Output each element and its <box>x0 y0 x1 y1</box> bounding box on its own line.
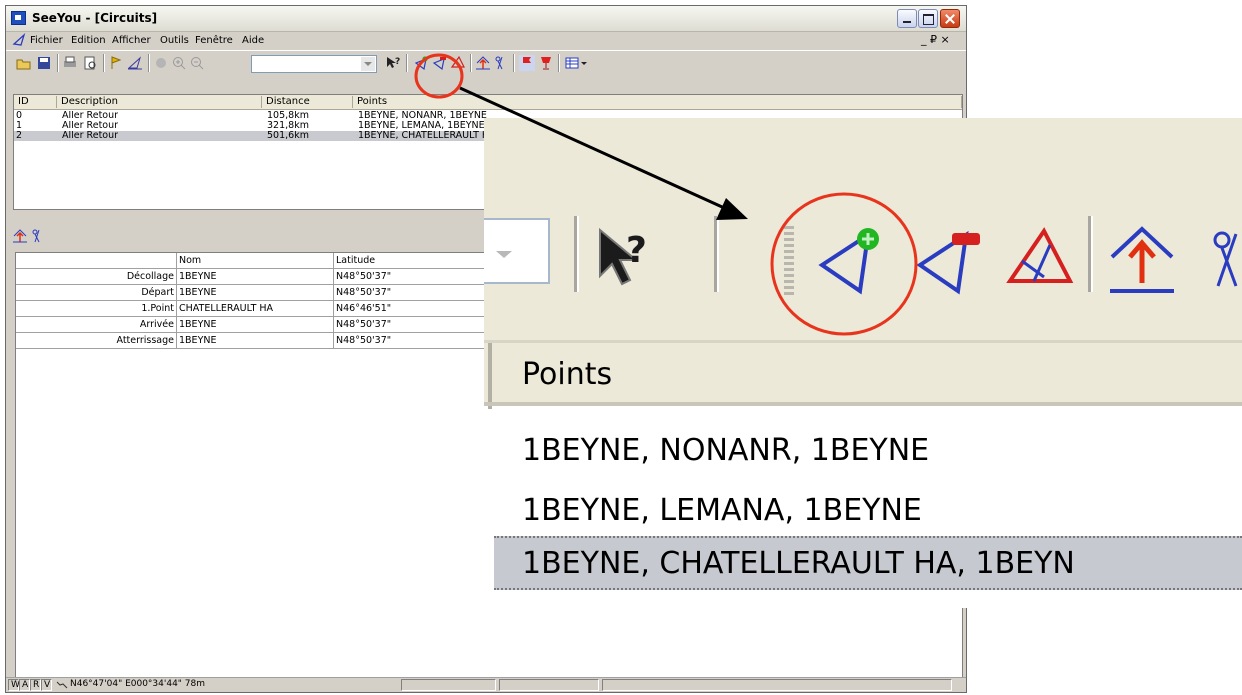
toolbar-grip[interactable] <box>784 226 794 296</box>
trophy-icon[interactable] <box>538 55 554 71</box>
zoom-points-header: Points <box>484 340 1242 409</box>
app-icon[interactable] <box>11 11 26 25</box>
help-pointer-icon[interactable]: ? <box>385 55 401 71</box>
print-preview-icon[interactable] <box>82 55 98 71</box>
table-icon[interactable] <box>564 55 580 71</box>
flag-red-icon[interactable] <box>519 55 535 71</box>
zoom-inset: ? Points 1BEYNE, NONANR, 1BEYNE 1BEYNE, … <box>484 118 1242 608</box>
globe-icon[interactable] <box>153 55 169 71</box>
status-mode-w[interactable]: W <box>8 679 20 691</box>
menu-outils[interactable]: Outils <box>160 35 189 46</box>
insert-point-icon[interactable] <box>1106 221 1178 297</box>
zoom-toolbar: ? <box>484 118 1242 340</box>
flag-icon[interactable] <box>108 55 124 71</box>
task-logo-icon <box>12 33 26 46</box>
menu-fenetre[interactable]: Fenêtre <box>195 35 233 46</box>
edit-point-icon[interactable] <box>1004 221 1082 297</box>
col-nom[interactable]: Nom <box>177 253 334 268</box>
add-point-icon[interactable] <box>414 55 430 71</box>
status-position: N46°47'04" E000°34'44" 78m <box>70 679 206 689</box>
menu-aide[interactable]: Aide <box>242 35 264 46</box>
col-id[interactable]: ID <box>14 96 57 108</box>
help-pointer-icon[interactable]: ? <box>596 226 666 290</box>
chevron-down-icon[interactable] <box>361 57 375 71</box>
menu-afficher[interactable]: Afficher <box>112 35 151 46</box>
zoom-out-icon[interactable] <box>189 55 205 71</box>
remove-point-icon[interactable] <box>432 55 448 71</box>
close-button[interactable] <box>940 9 960 28</box>
insert-point-icon[interactable] <box>475 55 491 71</box>
minimize-button[interactable] <box>897 9 917 28</box>
dropdown-arrow-icon[interactable] <box>580 55 588 71</box>
status-panel-3 <box>602 679 952 691</box>
status-panel-1 <box>401 679 496 691</box>
task-icon[interactable] <box>127 55 143 71</box>
print-icon[interactable] <box>62 55 78 71</box>
chevron-down-icon[interactable] <box>492 242 516 266</box>
mdi-controls[interactable]: _ ₽ × <box>921 33 950 46</box>
title-bar[interactable]: SeeYou - [Circuits] <box>6 6 966 32</box>
menu-fichier[interactable]: Fichier <box>30 35 63 46</box>
status-mode-r[interactable]: R <box>30 679 41 691</box>
col-points[interactable]: Points <box>353 96 962 108</box>
zoom-row[interactable]: 1BEYNE, NONANR, 1BEYNE <box>522 433 929 468</box>
save-icon[interactable] <box>36 55 52 71</box>
svg-text:?: ? <box>626 230 647 271</box>
svg-text:?: ? <box>395 57 400 67</box>
col-distance[interactable]: Distance <box>262 96 353 108</box>
split-icon[interactable] <box>1202 226 1242 292</box>
status-mode-v[interactable]: V <box>41 679 52 691</box>
col-description[interactable]: Description <box>57 96 262 108</box>
remove-point-icon[interactable] <box>914 221 992 297</box>
split-icon[interactable] <box>493 55 509 71</box>
menu-bar: Fichier Edition Afficher Outils Fenêtre … <box>6 31 966 49</box>
zoom-row-selected[interactable]: 1BEYNE, CHATELLERAULT HA, 1BEYN <box>522 546 1075 581</box>
zoom-row[interactable]: 1BEYNE, LEMANA, 1BEYNE <box>522 493 922 528</box>
main-toolbar: ? <box>6 50 966 77</box>
menu-edition[interactable]: Edition <box>71 35 106 46</box>
window-title: SeeYou - [Circuits] <box>32 11 158 25</box>
status-mode-a[interactable]: A <box>19 679 30 691</box>
edit-point-icon[interactable] <box>450 55 466 71</box>
split-icon[interactable] <box>30 228 46 244</box>
circuit-list-header: ID Description Distance Points <box>14 95 962 110</box>
zoom-combo-large[interactable] <box>484 218 550 284</box>
position-icon <box>56 681 68 689</box>
status-bar: W A R V N46°47'04" E000°34'44" 78m <box>6 677 966 692</box>
col-latitude[interactable]: Latitude <box>334 253 494 268</box>
open-icon[interactable] <box>16 55 32 71</box>
maximize-button[interactable] <box>918 9 938 28</box>
zoom-header-label[interactable]: Points <box>522 357 612 392</box>
zoom-combo[interactable] <box>251 55 377 73</box>
add-point-icon[interactable] <box>816 221 894 297</box>
insert-point-icon[interactable] <box>12 228 28 244</box>
zoom-in-icon[interactable] <box>171 55 187 71</box>
status-panel-2 <box>499 679 599 691</box>
